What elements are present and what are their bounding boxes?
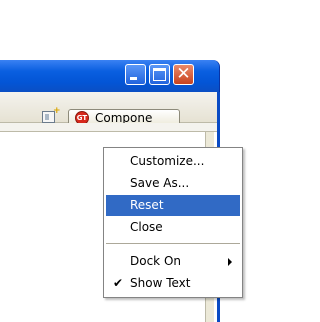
close-window-button[interactable]: ✕ [173, 64, 194, 85]
checkmark-icon: ✔ [113, 276, 124, 290]
maximize-icon [153, 68, 166, 81]
menu-item-reset[interactable]: Reset [106, 195, 240, 216]
menu-item-label: Save As... [130, 176, 190, 190]
minimize-button[interactable] [125, 64, 146, 85]
submenu-arrow-icon [228, 258, 232, 266]
toolbar-divider [0, 123, 217, 132]
menu-item-label: Reset [130, 198, 164, 212]
window-titlebar[interactable]: ✕ [0, 60, 220, 92]
menu-item-dock-on[interactable]: Dock On [106, 251, 240, 272]
menu-item-label: Dock On [130, 254, 181, 268]
menu-item-show-text[interactable]: ✔ Show Text [106, 273, 240, 294]
menu-item-label: Show Text [130, 276, 191, 290]
perspective-toolbar: + GT Compone [0, 92, 217, 127]
menu-item-label: Customize... [130, 154, 205, 168]
minimize-icon [130, 77, 137, 80]
menu-item-save-as[interactable]: Save As... [106, 173, 240, 194]
close-icon: ✕ [176, 64, 191, 84]
maximize-button[interactable] [149, 64, 170, 85]
menu-item-close[interactable]: Close [106, 217, 240, 238]
menu-separator [106, 243, 240, 244]
menu-item-customize[interactable]: Customize... [106, 151, 240, 172]
menu-item-label: Close [130, 220, 163, 234]
perspective-context-menu: Customize... Save As... Reset Close Dock… [103, 147, 243, 298]
plus-badge-icon: + [53, 106, 61, 116]
